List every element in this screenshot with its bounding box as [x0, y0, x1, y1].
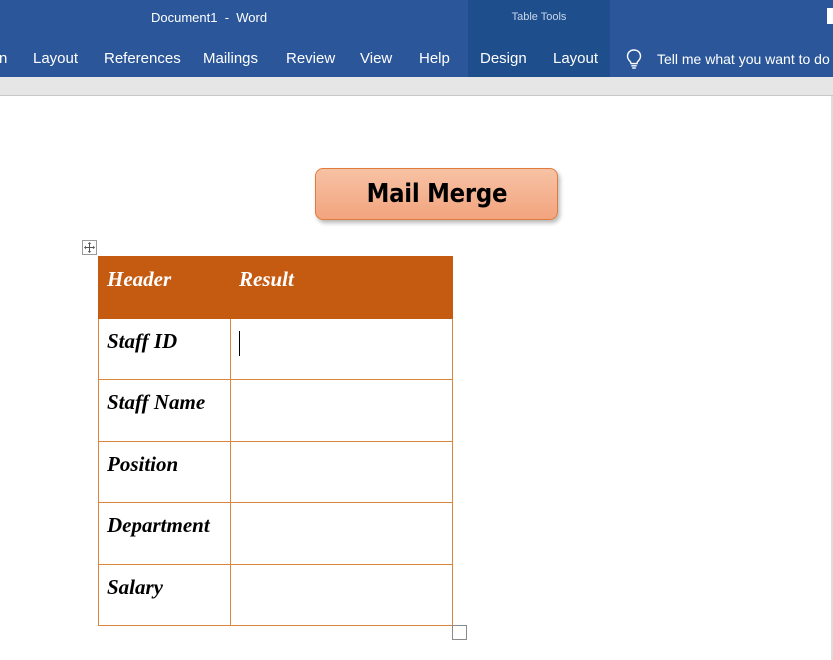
field-value-cell[interactable] [230, 440, 453, 503]
tab-help[interactable]: Help [419, 50, 450, 67]
field-value-cell[interactable] [230, 317, 453, 380]
tab-table-design[interactable]: Design [480, 50, 527, 67]
table-tools-label: Table Tools [511, 11, 567, 23]
field-value-cell[interactable] [230, 502, 453, 565]
table-header-row: Header Result [98, 256, 453, 319]
mail-merge-shape[interactable]: Mail Merge [315, 168, 558, 220]
table-move-handle[interactable] [82, 240, 97, 255]
mail-merge-title: Mail Merge [366, 179, 507, 209]
document-title: Document1 - Word [151, 10, 268, 25]
tab-mailings[interactable]: Mailings [203, 50, 258, 67]
tab-insert-partial[interactable]: n [0, 50, 7, 67]
table-row: Department [98, 502, 453, 565]
lightbulb-icon [626, 49, 642, 69]
tab-review[interactable]: Review [286, 50, 335, 67]
field-label-cell[interactable]: Staff Name [98, 379, 231, 442]
table-row: Position [98, 440, 453, 503]
tell-me-text: Tell me what you want to do [657, 51, 830, 67]
table-tools-group: Table Tools [468, 0, 610, 38]
table-row: Salary [98, 563, 453, 626]
tab-layout[interactable]: Layout [33, 50, 78, 67]
tab-references[interactable]: References [104, 50, 181, 67]
move-arrows-icon [84, 242, 95, 253]
field-value-cell[interactable] [230, 379, 453, 442]
window-control[interactable] [827, 8, 833, 24]
text-cursor [239, 330, 240, 356]
title-bar: Table Tools Document1 - Word [0, 0, 833, 38]
table-resize-handle[interactable] [452, 625, 467, 640]
field-value-cell[interactable] [230, 563, 453, 626]
ribbon-tab-row: n Layout References Mailings Review View… [0, 38, 833, 77]
header-cell[interactable]: Result [230, 256, 453, 319]
tell-me-search[interactable]: Tell me what you want to do [624, 38, 833, 77]
header-cell[interactable]: Header [98, 256, 231, 319]
tab-view[interactable]: View [360, 50, 392, 67]
field-label-cell[interactable]: Position [98, 440, 231, 503]
table-row: Staff Name [98, 379, 453, 442]
merge-fields-table: Header Result Staff ID Staff Name Positi… [98, 256, 453, 626]
field-label-cell[interactable]: Salary [98, 563, 231, 626]
tab-table-layout[interactable]: Layout [553, 50, 598, 67]
table-row: Staff ID [98, 317, 453, 380]
field-label-cell[interactable]: Staff ID [98, 317, 231, 380]
field-label-cell[interactable]: Department [98, 502, 231, 565]
ruler-area [0, 77, 833, 96]
